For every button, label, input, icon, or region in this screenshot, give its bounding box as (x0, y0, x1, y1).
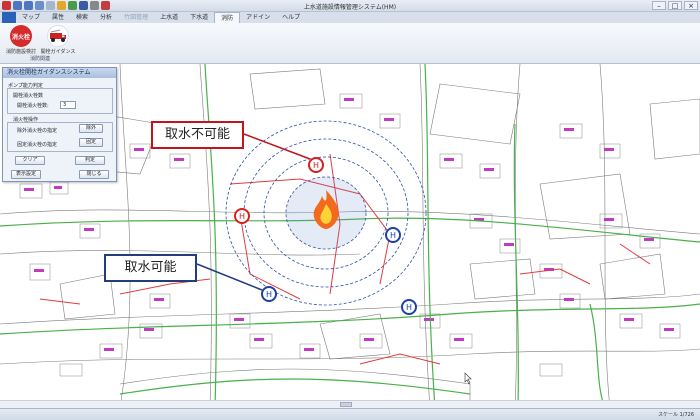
file-tab[interactable] (2, 12, 16, 23)
hydrant-icon[interactable]: H (401, 299, 417, 315)
mouse-cursor-icon (464, 372, 472, 385)
tab-5[interactable]: 上水道 (154, 12, 184, 23)
exclude-hydrant-label: 除外消火栓の指定 (17, 128, 58, 134)
ribbon-group-label: 消防関連 (29, 56, 50, 62)
callout-leader-red (243, 133, 311, 160)
hydrant-icon[interactable]: H (261, 286, 277, 302)
hydrant-guidance-dialog: 消火栓開栓ガイダンスシステム ポンプ能力判定 開栓消火栓数 開栓消火栓数: 3 … (2, 67, 117, 182)
tab-9[interactable]: ヘルプ (276, 12, 306, 23)
hydrant-guidance-button[interactable]: 開栓ガイダンス (38, 25, 78, 55)
ribbon-tabs: マップ 属性 検索 分析 竹図管理 上水道 下水道 消防 アドイン ヘルプ (0, 12, 700, 23)
dialog-title[interactable]: 消火栓開栓ガイダンスシステム (3, 68, 116, 78)
window-controls: – □ × (652, 1, 698, 10)
title-bar: 上水道施設情報管理システム(HM) – □ × (0, 0, 700, 12)
hydrant-emblem-icon: 消火栓 (10, 25, 32, 47)
fixed-button[interactable]: 固定 (79, 138, 103, 147)
open-count-value: 3 (63, 102, 67, 108)
open-count-stepper[interactable]: 3 (60, 101, 76, 109)
hydrant-icon[interactable]: H (385, 227, 401, 243)
close-button[interactable]: × (684, 1, 698, 10)
judge-button[interactable]: 判定 (75, 156, 105, 165)
tab-1[interactable]: 属性 (46, 12, 70, 23)
tab-6[interactable]: 下水道 (184, 12, 214, 23)
callout-available: 取水可能 (104, 254, 197, 282)
fire-facility-review-button[interactable]: 消火栓 消防施設検討 (4, 25, 38, 55)
close-dialog-button[interactable]: 閉じる (79, 170, 109, 179)
callout-not-available: 取水不可能 (151, 121, 244, 149)
svg-text:H: H (239, 212, 245, 221)
tab-2[interactable]: 検索 (70, 12, 94, 23)
fixed-hydrant-label: 固定消火栓の指定 (17, 142, 58, 148)
clear-button[interactable]: クリア (15, 156, 45, 165)
tab-0[interactable]: マップ (16, 12, 46, 23)
open-count-label: 開栓消火栓数: (17, 103, 49, 109)
scale-readout: スケール 1/726 (658, 412, 694, 418)
scrollbar-thumb[interactable] (340, 402, 352, 407)
window-title: 上水道施設情報管理システム(HM) (303, 4, 397, 11)
svg-text:H: H (406, 303, 412, 312)
horizontal-scrollbar[interactable] (0, 400, 700, 408)
hydrant-icon[interactable]: H (308, 157, 324, 173)
tab-3[interactable]: 分析 (94, 12, 118, 23)
ribbon: 消火栓 消防施設検討 開栓ガイダンス 消防関連 (0, 23, 700, 64)
svg-text:H: H (390, 231, 396, 240)
tab-7[interactable]: 消防 (214, 12, 241, 23)
svg-text:H: H (313, 161, 319, 170)
open-count-subsection-label: 開栓消火栓数 (13, 93, 44, 99)
maximize-button[interactable]: □ (668, 1, 682, 10)
callout-leader-blue (196, 263, 263, 291)
tab-8[interactable]: アドイン (240, 12, 276, 23)
hydrant-icon[interactable]: H (234, 208, 250, 224)
exclude-button[interactable]: 除外 (79, 124, 103, 133)
app-window: 上水道施設情報管理システム(HM) – □ × マップ 属性 検索 分析 竹図管理 上水道… (0, 0, 700, 420)
display-settings-button[interactable]: 表示設定 (11, 170, 41, 179)
tab-4: 竹図管理 (124, 14, 149, 21)
minimize-button[interactable]: – (652, 1, 666, 10)
svg-text:H: H (266, 290, 272, 299)
fire-truck-icon (47, 25, 69, 47)
status-bar: スケール 1/726 (0, 408, 700, 420)
